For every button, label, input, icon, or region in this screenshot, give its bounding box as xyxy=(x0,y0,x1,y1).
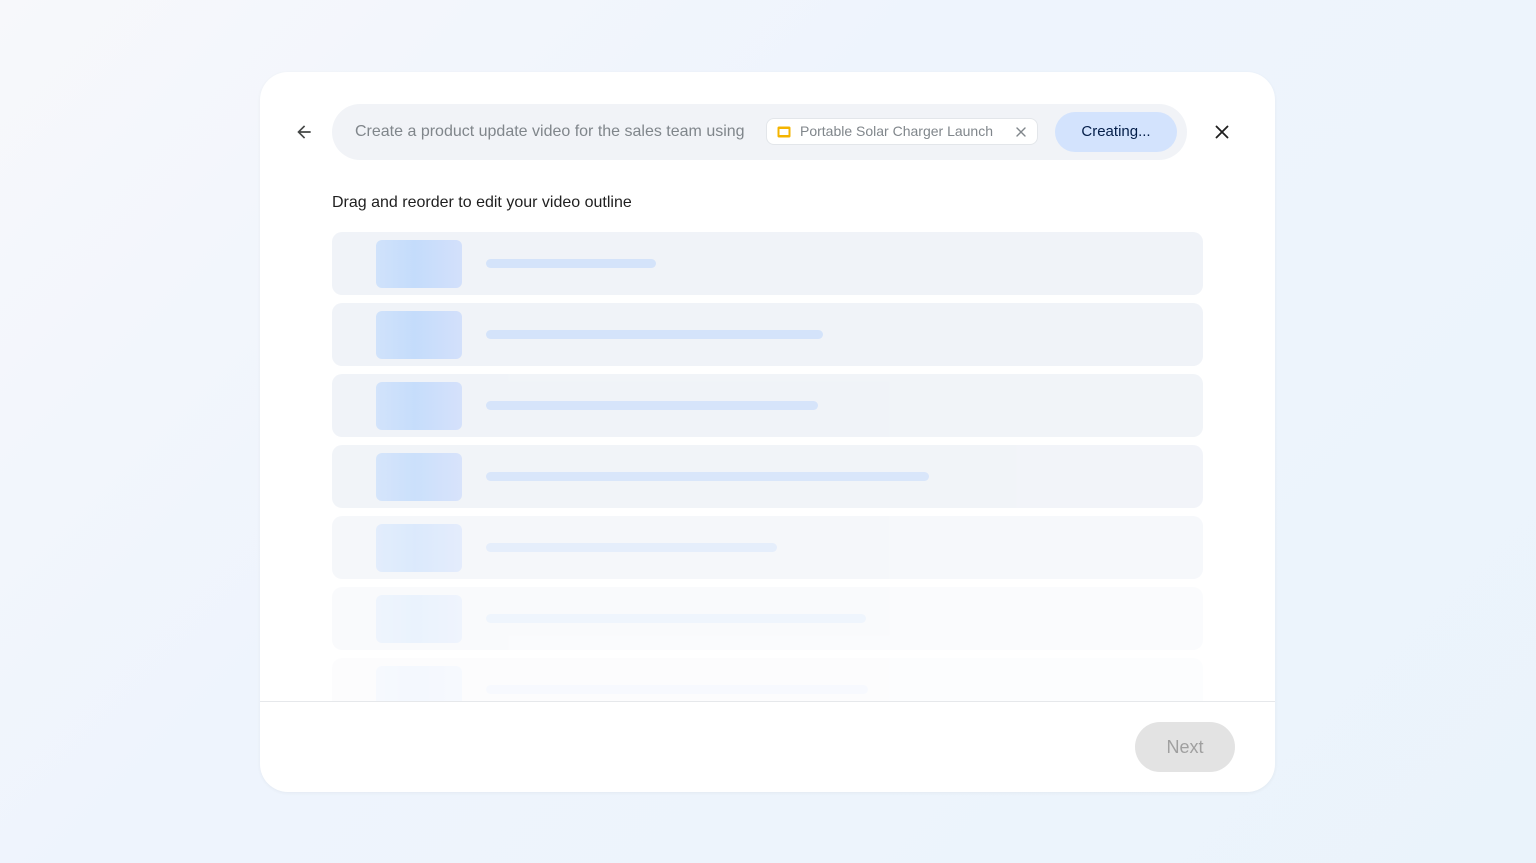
file-chip[interactable]: Portable Solar Charger Launch xyxy=(766,118,1038,145)
thumbnail-placeholder xyxy=(376,595,462,643)
thumbnail-placeholder xyxy=(376,524,462,572)
thumbnail-placeholder xyxy=(376,666,462,701)
back-button[interactable] xyxy=(290,118,318,146)
prompt-text: Create a product update video for the sa… xyxy=(355,123,745,140)
video-outline-list xyxy=(332,232,1203,701)
title-placeholder xyxy=(486,472,929,481)
outline-item-placeholder[interactable] xyxy=(332,587,1203,650)
outline-item-placeholder[interactable] xyxy=(332,374,1203,437)
title-placeholder xyxy=(486,614,866,623)
close-icon xyxy=(1215,125,1229,139)
outline-item-placeholder[interactable] xyxy=(332,303,1203,366)
title-placeholder xyxy=(486,259,656,268)
thumbnail-placeholder xyxy=(376,382,462,430)
arrow-back-icon xyxy=(297,125,311,139)
outline-item-placeholder[interactable] xyxy=(332,516,1203,579)
next-button[interactable]: Next xyxy=(1135,722,1235,772)
title-placeholder xyxy=(486,401,818,410)
prompt-bar[interactable]: Create a product update video for the sa… xyxy=(332,104,1187,160)
outline-item-placeholder[interactable] xyxy=(332,445,1203,508)
slides-icon xyxy=(777,126,791,138)
thumbnail-placeholder xyxy=(376,453,462,501)
create-video-dialog: Create a product update video for the sa… xyxy=(260,72,1275,792)
title-placeholder xyxy=(486,330,823,339)
creating-button[interactable]: Creating... xyxy=(1055,112,1177,152)
outline-heading: Drag and reorder to edit your video outl… xyxy=(332,194,632,211)
title-placeholder xyxy=(486,685,868,694)
thumbnail-placeholder xyxy=(376,240,462,288)
outline-item-placeholder[interactable] xyxy=(332,232,1203,295)
close-button[interactable] xyxy=(1208,118,1236,146)
chip-close-icon[interactable] xyxy=(1014,125,1028,139)
footer-divider xyxy=(260,701,1275,702)
thumbnail-placeholder xyxy=(376,311,462,359)
title-placeholder xyxy=(486,543,777,552)
outline-item-placeholder[interactable] xyxy=(332,658,1203,701)
file-chip-label: Portable Solar Charger Launch xyxy=(800,123,994,139)
